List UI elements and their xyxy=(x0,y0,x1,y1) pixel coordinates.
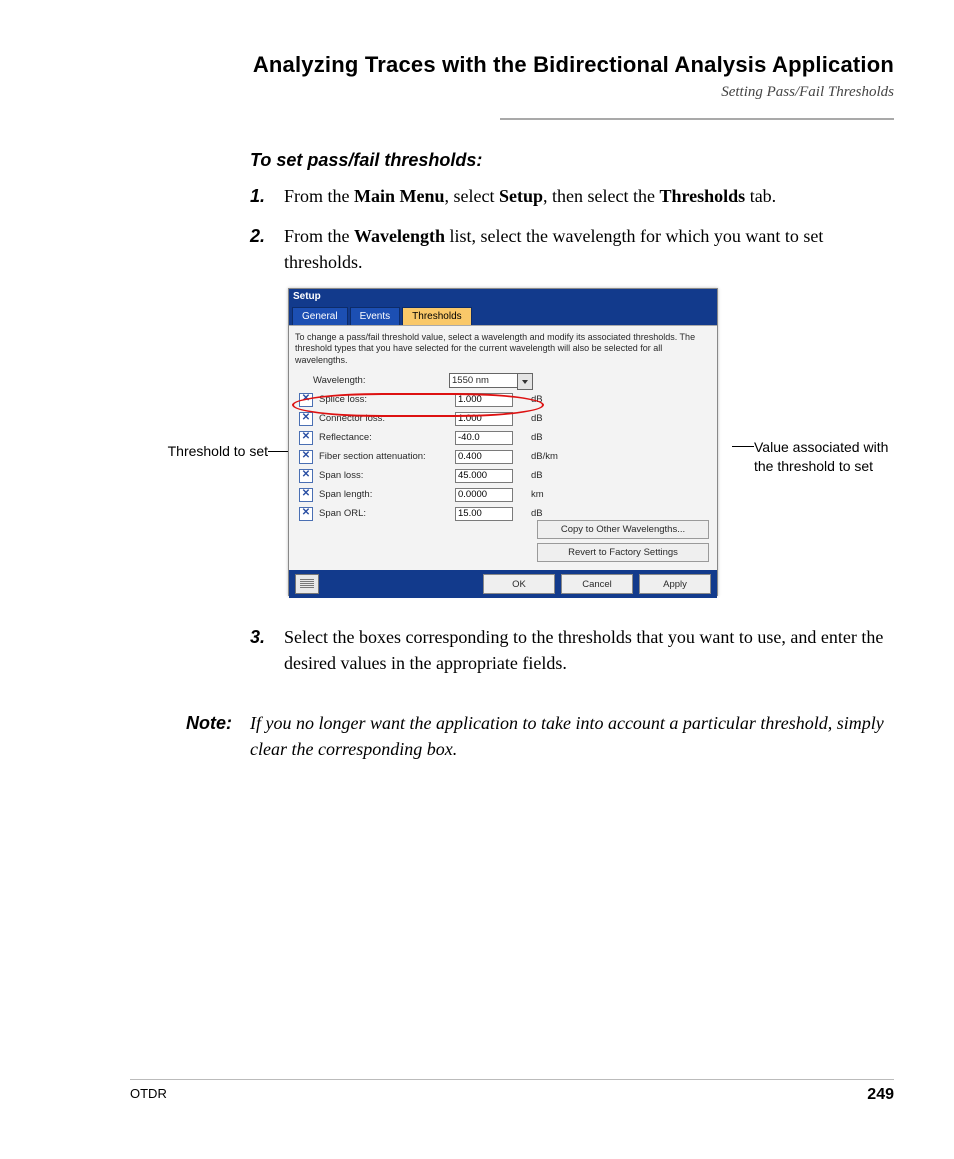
callout-value-associated: Value associated with the threshold to s… xyxy=(754,438,904,476)
chevron-down-icon[interactable] xyxy=(517,373,533,390)
threshold-row: ✕ Connector loss: dB xyxy=(295,410,711,428)
footer-buttons: OK Cancel Apply xyxy=(483,574,711,594)
procedure-title: To set pass/fail thresholds: xyxy=(250,150,894,171)
setup-dialog: Setup General Events Thresholds To chang… xyxy=(288,288,718,596)
callout-threshold-to-set: Threshold to set xyxy=(128,443,268,459)
threshold-label: Splice loss: xyxy=(319,394,455,405)
threshold-label: Connector loss: xyxy=(319,413,455,424)
connector-loss-input[interactable] xyxy=(455,412,513,426)
page: Analyzing Traces with the Bidirectional … xyxy=(0,0,954,1159)
tab-thresholds[interactable]: Thresholds xyxy=(402,307,471,325)
wavelength-select[interactable]: 1550 nm xyxy=(449,373,519,388)
wavelength-row: Wavelength: 1550 nm xyxy=(295,372,711,390)
step-text: From the Main Menu, select Setup, then s… xyxy=(284,183,894,209)
keyboard-icon[interactable] xyxy=(295,574,319,594)
span-loss-input[interactable] xyxy=(455,469,513,483)
step-3: 3. Select the boxes corresponding to the… xyxy=(250,624,894,676)
callout-line-right xyxy=(732,446,754,447)
body-text: To set pass/fail thresholds: 1. From the… xyxy=(250,150,894,289)
ok-button[interactable]: OK xyxy=(483,574,555,594)
threshold-label: Span ORL: xyxy=(319,508,455,519)
tab-events[interactable]: Events xyxy=(350,307,401,325)
page-footer: OTDR 249 xyxy=(130,1079,894,1104)
tab-general[interactable]: General xyxy=(292,307,348,325)
step-text: From the Wavelength list, select the wav… xyxy=(284,223,894,275)
header-rule xyxy=(500,118,894,120)
step-text: Select the boxes corresponding to the th… xyxy=(284,624,894,676)
dialog-body: To change a pass/fail threshold value, s… xyxy=(289,325,717,570)
checkbox-span-loss[interactable]: ✕ xyxy=(299,469,313,483)
wavelength-value: 1550 nm xyxy=(452,375,489,386)
checkbox-span-orl[interactable]: ✕ xyxy=(299,507,313,521)
step-number: 2. xyxy=(250,223,270,275)
reflectance-input[interactable] xyxy=(455,431,513,445)
side-buttons: Copy to Other Wavelengths... Revert to F… xyxy=(537,520,709,562)
threshold-row: ✕ Span length: km xyxy=(295,486,711,504)
footer-product: OTDR xyxy=(130,1086,167,1104)
note-label: Note: xyxy=(178,710,232,762)
unit-label: km xyxy=(531,489,565,500)
span-length-input[interactable] xyxy=(455,488,513,502)
threshold-label: Span loss: xyxy=(319,470,455,481)
unit-label: dB xyxy=(531,508,565,519)
dialog-title: Setup xyxy=(289,289,717,304)
checkbox-fiber-atten[interactable]: ✕ xyxy=(299,450,313,464)
after-screenshot-text: 3. Select the boxes corresponding to the… xyxy=(250,624,894,762)
copy-wavelengths-button[interactable]: Copy to Other Wavelengths... xyxy=(537,520,709,539)
unit-label: dB/km xyxy=(531,451,565,462)
page-number: 249 xyxy=(867,1086,894,1104)
factory-revert-button[interactable]: Revert to Factory Settings xyxy=(537,543,709,562)
page-header: Analyzing Traces with the Bidirectional … xyxy=(130,52,894,101)
threshold-row: ✕ Reflectance: dB xyxy=(295,429,711,447)
checkbox-connector-loss[interactable]: ✕ xyxy=(299,412,313,426)
unit-label: dB xyxy=(531,413,565,424)
unit-label: dB xyxy=(531,470,565,481)
threshold-label: Fiber section attenuation: xyxy=(319,451,455,462)
dialog-description: To change a pass/fail threshold value, s… xyxy=(295,332,711,366)
unit-label: dB xyxy=(531,394,565,405)
threshold-row: ✕ Fiber section attenuation: dB/km xyxy=(295,448,711,466)
threshold-row: ✕ Splice loss: dB xyxy=(295,391,711,409)
dialog-footer: OK Cancel Apply xyxy=(289,570,717,598)
cancel-button[interactable]: Cancel xyxy=(561,574,633,594)
step-2: 2. From the Wavelength list, select the … xyxy=(250,223,894,275)
note-block: Note: If you no longer want the applicat… xyxy=(250,710,894,762)
screenshot-area: Threshold to set Value associated with t… xyxy=(128,288,904,598)
note-body: If you no longer want the application to… xyxy=(250,710,894,762)
checkbox-splice-loss[interactable]: ✕ xyxy=(299,393,313,407)
step-number: 3. xyxy=(250,624,270,676)
dialog-tabs: General Events Thresholds xyxy=(289,304,717,325)
threshold-label: Span length: xyxy=(319,489,455,500)
wavelength-label: Wavelength: xyxy=(313,375,449,386)
checkbox-span-length[interactable]: ✕ xyxy=(299,488,313,502)
fiber-atten-input[interactable] xyxy=(455,450,513,464)
unit-label: dB xyxy=(531,432,565,443)
doc-title: Analyzing Traces with the Bidirectional … xyxy=(130,52,894,78)
span-orl-input[interactable] xyxy=(455,507,513,521)
step-number: 1. xyxy=(250,183,270,209)
threshold-label: Reflectance: xyxy=(319,432,455,443)
splice-loss-input[interactable] xyxy=(455,393,513,407)
apply-button[interactable]: Apply xyxy=(639,574,711,594)
step-1: 1. From the Main Menu, select Setup, the… xyxy=(250,183,894,209)
checkbox-reflectance[interactable]: ✕ xyxy=(299,431,313,445)
threshold-row: ✕ Span loss: dB xyxy=(295,467,711,485)
doc-subtitle: Setting Pass/Fail Thresholds xyxy=(130,84,894,101)
